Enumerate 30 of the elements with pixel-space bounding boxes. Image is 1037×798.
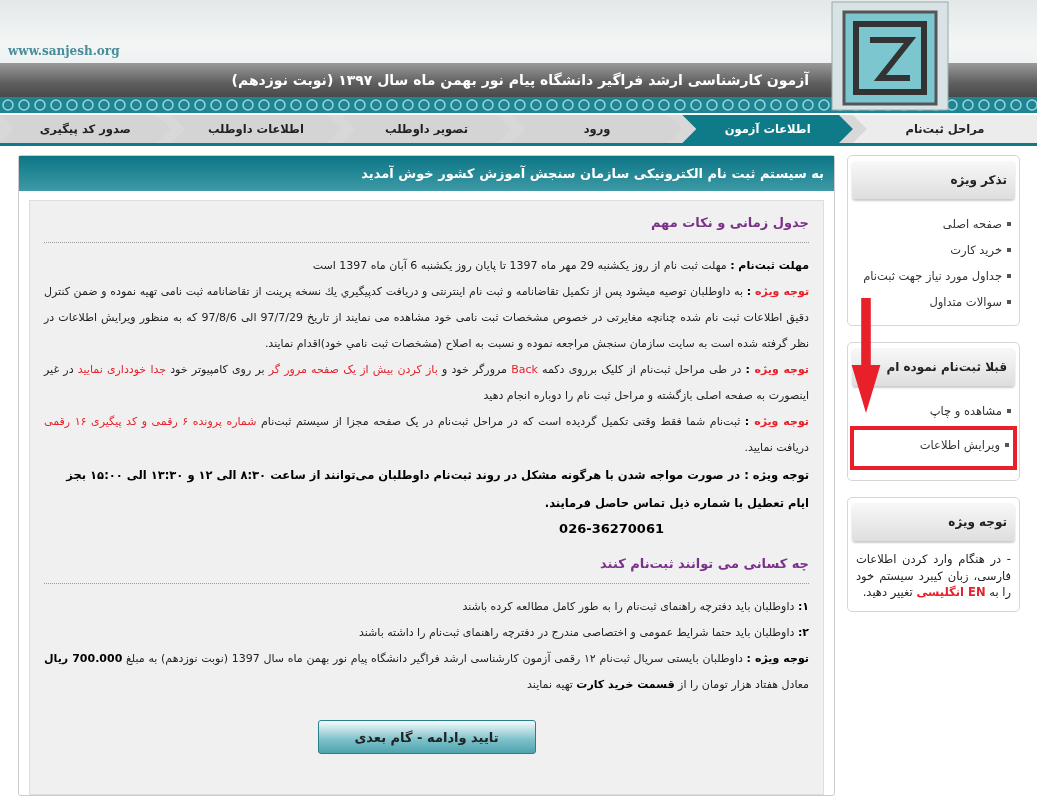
paragraph: توجه ویژه : ثبت‌نام شما فقط وقتی تکمیل گردیده است که در مراحل ثبت‌نام در یک صفحه مجزا از سیستم ثبت‌نام شماره پرونده ۶ رقمی و کد پیگیری ۱۶ رقمی دریافت نمایید. (44, 414, 809, 456)
sidebar-link[interactable]: جداول مورد نیاز جهت ثبت‌نام (856, 263, 1011, 289)
paragraph: توجه ویژه : در صورت مواجه شدن با هرگونه مشکل در روند ثبت‌نام داوطلبان می‌توانند از ساعت ۸:۳۰ الی ۱۲ و ۱۳:۳۰ الی ۱۵:۰۰ بجز ایام تعطیل با شماره ذیل تماس حاصل فرمایند. (64, 467, 809, 512)
sidebar-link[interactable]: سوالات متداول (856, 289, 1011, 315)
paragraph: مهلت ثبت‌نام : مهلت ثبت نام از روز یکشنبه 29 مهر ماه 1397 تا پایان روز یکشنبه 6 آبان ماه 1397 است (311, 257, 809, 274)
sidebar-link[interactable]: ویرایش اطلاعات (858, 432, 1009, 458)
panel-title: تذکر ویژه (852, 161, 1015, 199)
sidebar-link[interactable]: مشاهده و چاپ (856, 398, 1011, 424)
exam-title: آزمون کارشناسی ارشد فراگیر دانشگاه پیام نور بهمن ماه سال ۱۳۹۷ (نوبت نوزدهم) (231, 72, 809, 88)
panel-title: توجه ویژه (852, 503, 1015, 541)
paragraph: ۱: داوطلبان باید دفترچه راهنمای ثبت‌نام را به طور کامل مطالعه کرده باشند (461, 599, 809, 615)
paragraph: توجه ویژه : داوطلبان بایستی سریال ثبت‌نام ۱۲ رقمی آزمون کارشناسی ارشد فراگیر دانشگاه پیام نور بهمن ماه سال 1397 (نوبت نوزدهم) به مبلغ 700.000 ریال معادل هفتاد هزار تومان را از قسمت خرید کارت تهیه نمایند (44, 650, 809, 693)
welcome-title: به سیستم ثبت نام الکترونیکی سازمان سنجش آموزش کشور خوش آمدید (19, 156, 834, 192)
step-tab[interactable]: صدور کد پیگیری (0, 115, 171, 143)
note-text: - در هنگام وارد کردن اطلاعات فارسی، زبان کیبرد سیستم خود را به EN انگلیسی تغییر دهید. (855, 551, 1012, 602)
steps-caption: مراحل ثبت‌نام (852, 115, 1037, 143)
site-url: www.sanjesh.org (8, 44, 120, 58)
section-heading: چه کسانی می توانند ثبت‌نام کنند (44, 552, 809, 584)
paragraph: ۲: داوطلبان باید حتما شرایط عمومی و اختصاصی مندرج در دفترچه راهنمای ثبت‌نام را داشته باشند (358, 625, 809, 641)
step-tab[interactable]: ورود (511, 115, 683, 143)
sidebar-link[interactable]: صفحه اصلی (856, 211, 1011, 237)
paragraph: توجه ویژه : به داوطلبان توصیه میشود پس از تکمیل تقاضانامه و ثبت نام اینترنتی و دریافت کدپیگیري يك نسخه پرينت از تقاضانامه ثبت نامی تهیه نموده و ضمن کنترل دقیق اطلاعات ثبت نام شده چنانچه مغایرتی در خصوص مشخصات ثبت نامی خود مشاهده می نمایند از تاریخ 97/7/29 الی 97/8/6 که به منظور ویرایش اطلاعات در نظر گرفته شده است به سایت سازمان سنجش مراجعه نموده و نسبت به اصلاح (مشخصات ثبت نامي خود)اقدام نمایند. (44, 284, 809, 352)
next-step-button[interactable]: تایید وادامه - گام بعدی (317, 720, 536, 754)
sidebar-link[interactable]: خرید کارت (856, 237, 1011, 263)
panel-title: قبلا ثبت‌نام نموده ام (852, 348, 1015, 386)
phone-number: 026-36270061 (558, 520, 665, 538)
section-heading: جدول زمانی و نکات مهم (44, 211, 809, 243)
step-tab[interactable]: اطلاعات داوطلب (170, 115, 342, 143)
step-tab[interactable]: تصویر داوطلب (341, 115, 512, 143)
step-tab[interactable]: اطلاعات آزمون (682, 115, 853, 143)
